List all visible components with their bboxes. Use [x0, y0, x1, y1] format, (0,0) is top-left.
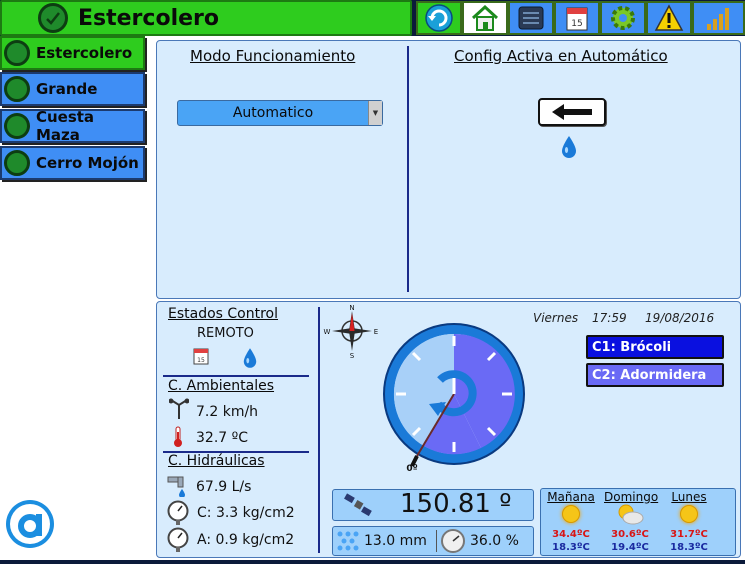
compass-e: E [374, 328, 378, 336]
crop-label: C1: Brócoli [592, 339, 672, 355]
box-divider [436, 530, 437, 552]
humidity-value: 36.0 % [470, 533, 519, 549]
temperature-value: 32.7 ºC [196, 430, 248, 446]
panel-divider [318, 307, 320, 553]
gear-icon [611, 6, 635, 30]
pressure-a-value: A: 0.9 kg/cm2 [197, 532, 295, 548]
crop-c2[interactable]: C2: Adormidera [586, 363, 724, 387]
home-button[interactable] [462, 1, 508, 35]
forecast-day: Domingo [604, 490, 659, 504]
compass-w: W [324, 328, 331, 336]
pressure-gauge-icon [167, 500, 189, 530]
ambientales-title: C. Ambientales [168, 378, 275, 394]
status-ring-icon [4, 40, 30, 66]
crop-c1[interactable]: C1: Brócoli [586, 335, 724, 359]
rain-value: 13.0 mm [364, 533, 427, 549]
status-ring-icon [4, 76, 30, 102]
water-drop-icon [560, 135, 578, 163]
sidebar-item-label: Cuesta Maza [35, 108, 95, 144]
calendar-icon: 15 [566, 7, 588, 31]
time-value: 17:59 [592, 311, 627, 325]
forecast-day: Lunes [671, 490, 707, 504]
arrow-left-icon [552, 104, 592, 120]
signal-bars-icon [706, 8, 729, 30]
pressure-c-value: C: 3.3 kg/cm2 [197, 505, 295, 521]
compass-rose-icon: N S E W [321, 303, 383, 360]
crop-label: C2: Adormidera [592, 367, 707, 383]
forecast-min: 18.3ºC [670, 542, 708, 553]
svg-text:15: 15 [571, 19, 582, 29]
sidebar-item-cerro-mojon[interactable]: Cerro Mojón [0, 146, 145, 180]
sidebar-item-label: Grande [36, 80, 98, 98]
back-button[interactable] [538, 98, 606, 126]
svg-text:15: 15 [197, 357, 205, 364]
refresh-button[interactable] [416, 1, 462, 35]
forecast-max: 31.7ºC [670, 529, 708, 540]
rain-icon [336, 530, 360, 556]
compass-n: N [349, 304, 354, 312]
anemometer-icon [168, 398, 190, 424]
sidebar-item-label: Estercolero [36, 44, 133, 62]
sidebar-item-grande[interactable]: Grande [0, 72, 145, 106]
settings-button[interactable] [600, 1, 646, 35]
hidraulicas-title: C. Hidráulicas [168, 453, 265, 469]
section-divider [163, 375, 309, 377]
calendar-button[interactable]: 15 [554, 1, 600, 35]
sun-icon [680, 505, 698, 523]
hygrometer-icon [440, 528, 466, 558]
alarms-button[interactable] [646, 1, 692, 35]
partly-cloudy-icon [615, 503, 645, 529]
gauge-zero-label: 0º [406, 464, 417, 472]
forecast-min: 18.3ºC [552, 542, 590, 553]
warning-icon [654, 4, 684, 31]
home-icon [471, 4, 499, 31]
panel-divider [407, 46, 409, 292]
status-ring-icon [38, 3, 68, 33]
list-button[interactable] [508, 1, 554, 35]
status-ring-icon [4, 150, 30, 176]
compass-s: S [350, 352, 355, 359]
refresh-icon [425, 4, 453, 32]
forecast-min: 19.4ºC [611, 542, 649, 553]
mode-panel [156, 40, 741, 299]
angle-value: 150.81 º [400, 489, 512, 519]
mode-select[interactable]: Automatico ▼ [177, 100, 383, 126]
sidebar-item-estercolero[interactable]: Estercolero [0, 36, 145, 70]
sidebar-item-cuesta-maza[interactable]: Cuesta Maza [0, 108, 145, 144]
flow-value: 67.9 L/s [196, 479, 252, 495]
estados-title: Estados Control [168, 306, 279, 322]
wind-speed-value: 7.2 km/h [196, 404, 259, 420]
day-name: Viernes [533, 311, 579, 325]
chevron-down-icon: ▼ [368, 101, 382, 125]
mode-title: Modo Funcionamiento [190, 47, 356, 65]
pressure-gauge-icon [167, 527, 189, 557]
active-config-title: Config Activa en Automático [454, 47, 668, 65]
brand-logo [4, 498, 56, 550]
pivot-gauge: 0º [382, 322, 526, 474]
thermometer-icon [172, 426, 184, 452]
estado-value: REMOTO [197, 326, 254, 341]
title-bar: Estercolero [0, 0, 412, 36]
forecast-day: Mañana [547, 490, 595, 504]
page-title: Estercolero [78, 5, 219, 31]
date-value: 19/08/2016 [645, 311, 715, 325]
forecast-max: 30.6ºC [611, 529, 649, 540]
list-icon [518, 6, 544, 30]
bottom-strip [0, 560, 745, 564]
signal-button[interactable] [692, 1, 745, 35]
forecast-max: 34.4ºC [552, 529, 590, 540]
mode-select-value: Automatico [232, 105, 314, 121]
sun-icon [562, 505, 580, 523]
calendar-icon: 15 [193, 347, 209, 369]
satellite-icon [343, 493, 373, 521]
status-ring-icon [4, 113, 30, 139]
water-drop-icon [242, 347, 258, 373]
sidebar-item-label: Cerro Mojón [36, 154, 139, 172]
faucet-icon [166, 473, 190, 501]
